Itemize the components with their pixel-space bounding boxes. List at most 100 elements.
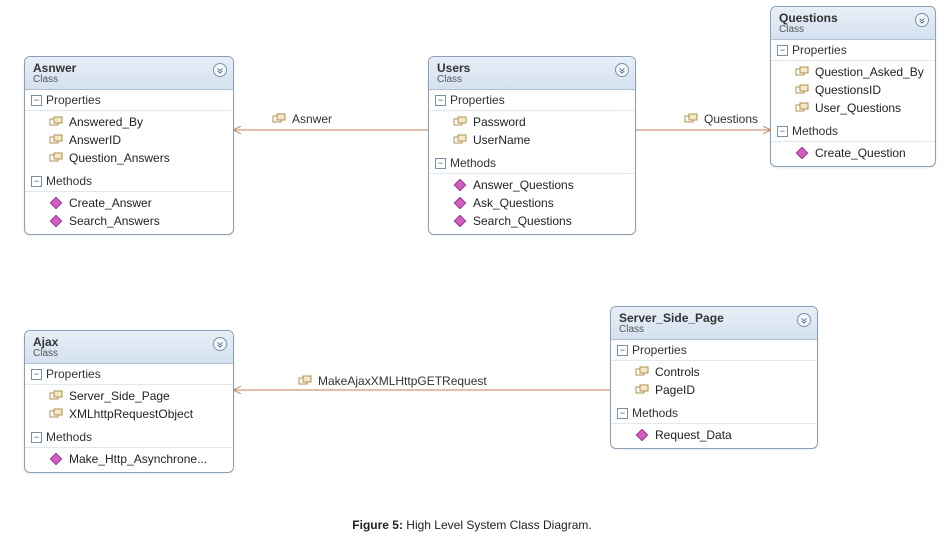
section-methods[interactable]: − Methods xyxy=(25,427,233,448)
class-name: Asnwer xyxy=(33,61,225,75)
method-icon xyxy=(453,179,467,191)
method-list: Make_Http_Asynchrone... xyxy=(25,448,233,472)
property-list: Password UserName xyxy=(429,111,635,153)
method-label: Ask_Questions xyxy=(473,196,554,210)
class-box-server[interactable]: Server_Side_Page Class − Properties Cont… xyxy=(610,306,818,449)
class-box-questions[interactable]: Questions Class − Properties Question_As… xyxy=(770,6,936,167)
association-text: Questions xyxy=(704,112,758,126)
minus-icon[interactable]: − xyxy=(435,95,446,106)
property-label: UserName xyxy=(473,133,530,147)
collapse-icon[interactable] xyxy=(213,337,227,351)
method-icon xyxy=(49,453,63,465)
class-header: Asnwer Class xyxy=(25,57,233,90)
section-properties[interactable]: − Properties xyxy=(25,90,233,111)
method-item: Make_Http_Asynchrone... xyxy=(25,450,233,468)
property-label: Answered_By xyxy=(69,115,143,129)
property-label: Question_Answers xyxy=(69,151,170,165)
method-list: Request_Data xyxy=(611,424,817,448)
property-item: UserName xyxy=(429,131,635,149)
section-title: Methods xyxy=(792,124,838,138)
property-list: Answered_By AnswerID Question_Answers xyxy=(25,111,233,171)
property-item: Question_Answers xyxy=(25,149,233,167)
method-label: Create_Question xyxy=(815,146,906,160)
property-list: Controls PageID xyxy=(611,361,817,403)
section-methods[interactable]: − Methods xyxy=(429,153,635,174)
collapse-icon[interactable] xyxy=(797,313,811,327)
property-list: Question_Asked_By QuestionsID User_Quest… xyxy=(771,61,935,121)
property-item: QuestionsID xyxy=(771,81,935,99)
property-label: Server_Side_Page xyxy=(69,389,170,403)
section-title: Properties xyxy=(46,93,101,107)
method-label: Search_Questions xyxy=(473,214,572,228)
collapse-icon[interactable] xyxy=(213,63,227,77)
property-icon xyxy=(635,384,649,396)
minus-icon[interactable]: − xyxy=(31,176,42,187)
minus-icon[interactable]: − xyxy=(777,126,788,137)
class-box-ajax[interactable]: Ajax Class − Properties Server_Side_Page… xyxy=(24,330,234,473)
method-label: Create_Answer xyxy=(69,196,152,210)
minus-icon[interactable]: − xyxy=(777,45,788,56)
property-icon xyxy=(684,113,698,125)
class-name: Server_Side_Page xyxy=(619,311,809,325)
section-title: Methods xyxy=(46,430,92,444)
collapse-icon[interactable] xyxy=(915,13,929,27)
section-methods[interactable]: − Methods xyxy=(25,171,233,192)
minus-icon[interactable]: − xyxy=(617,345,628,356)
class-name: Ajax xyxy=(33,335,225,349)
property-icon xyxy=(795,66,809,78)
section-properties[interactable]: − Properties xyxy=(771,40,935,61)
association-label-answer: Asnwer xyxy=(272,112,332,126)
caption-label: Figure 5: xyxy=(352,518,403,532)
section-properties[interactable]: − Properties xyxy=(611,340,817,361)
method-icon xyxy=(635,429,649,441)
method-list: Answer_Questions Ask_Questions Search_Qu… xyxy=(429,174,635,234)
section-title: Properties xyxy=(792,43,847,57)
method-item: Ask_Questions xyxy=(429,194,635,212)
section-methods[interactable]: − Methods xyxy=(611,403,817,424)
section-title: Methods xyxy=(450,156,496,170)
property-list: Server_Side_Page XMLhttpRequestObject xyxy=(25,385,233,427)
method-label: Make_Http_Asynchrone... xyxy=(69,452,207,466)
property-label: XMLhttpRequestObject xyxy=(69,407,193,421)
minus-icon[interactable]: − xyxy=(435,158,446,169)
property-icon xyxy=(49,134,63,146)
property-label: AnswerID xyxy=(69,133,121,147)
property-item: Controls xyxy=(611,363,817,381)
method-list: Create_Answer Search_Answers xyxy=(25,192,233,234)
figure-caption: Figure 5: High Level System Class Diagra… xyxy=(0,518,944,532)
minus-icon[interactable]: − xyxy=(31,369,42,380)
property-label: Question_Asked_By xyxy=(815,65,924,79)
property-icon xyxy=(49,408,63,420)
method-icon xyxy=(453,215,467,227)
property-icon xyxy=(635,366,649,378)
section-properties[interactable]: − Properties xyxy=(25,364,233,385)
property-icon xyxy=(453,116,467,128)
property-icon xyxy=(795,102,809,114)
class-box-users[interactable]: Users Class − Properties Password UserNa… xyxy=(428,56,636,235)
property-item: Question_Asked_By xyxy=(771,63,935,81)
class-header: Users Class xyxy=(429,57,635,90)
section-methods[interactable]: − Methods xyxy=(771,121,935,142)
property-icon xyxy=(49,116,63,128)
section-title: Methods xyxy=(632,406,678,420)
collapse-icon[interactable] xyxy=(615,63,629,77)
class-kind: Class xyxy=(779,24,927,35)
method-label: Search_Answers xyxy=(69,214,160,228)
method-icon xyxy=(49,197,63,209)
property-item: Server_Side_Page xyxy=(25,387,233,405)
section-properties[interactable]: − Properties xyxy=(429,90,635,111)
minus-icon[interactable]: − xyxy=(31,95,42,106)
minus-icon[interactable]: − xyxy=(617,408,628,419)
diagram-canvas: Asnwer Class − Properties Answered_By An… xyxy=(0,0,944,540)
property-icon xyxy=(49,390,63,402)
method-icon xyxy=(453,197,467,209)
association-text: MakeAjaxXMLHttpGETRequest xyxy=(318,374,487,388)
property-item: AnswerID xyxy=(25,131,233,149)
association-text: Asnwer xyxy=(292,112,332,126)
method-item: Answer_Questions xyxy=(429,176,635,194)
property-icon xyxy=(453,134,467,146)
property-item: XMLhttpRequestObject xyxy=(25,405,233,423)
class-box-answer[interactable]: Asnwer Class − Properties Answered_By An… xyxy=(24,56,234,235)
section-title: Properties xyxy=(632,343,687,357)
minus-icon[interactable]: − xyxy=(31,432,42,443)
